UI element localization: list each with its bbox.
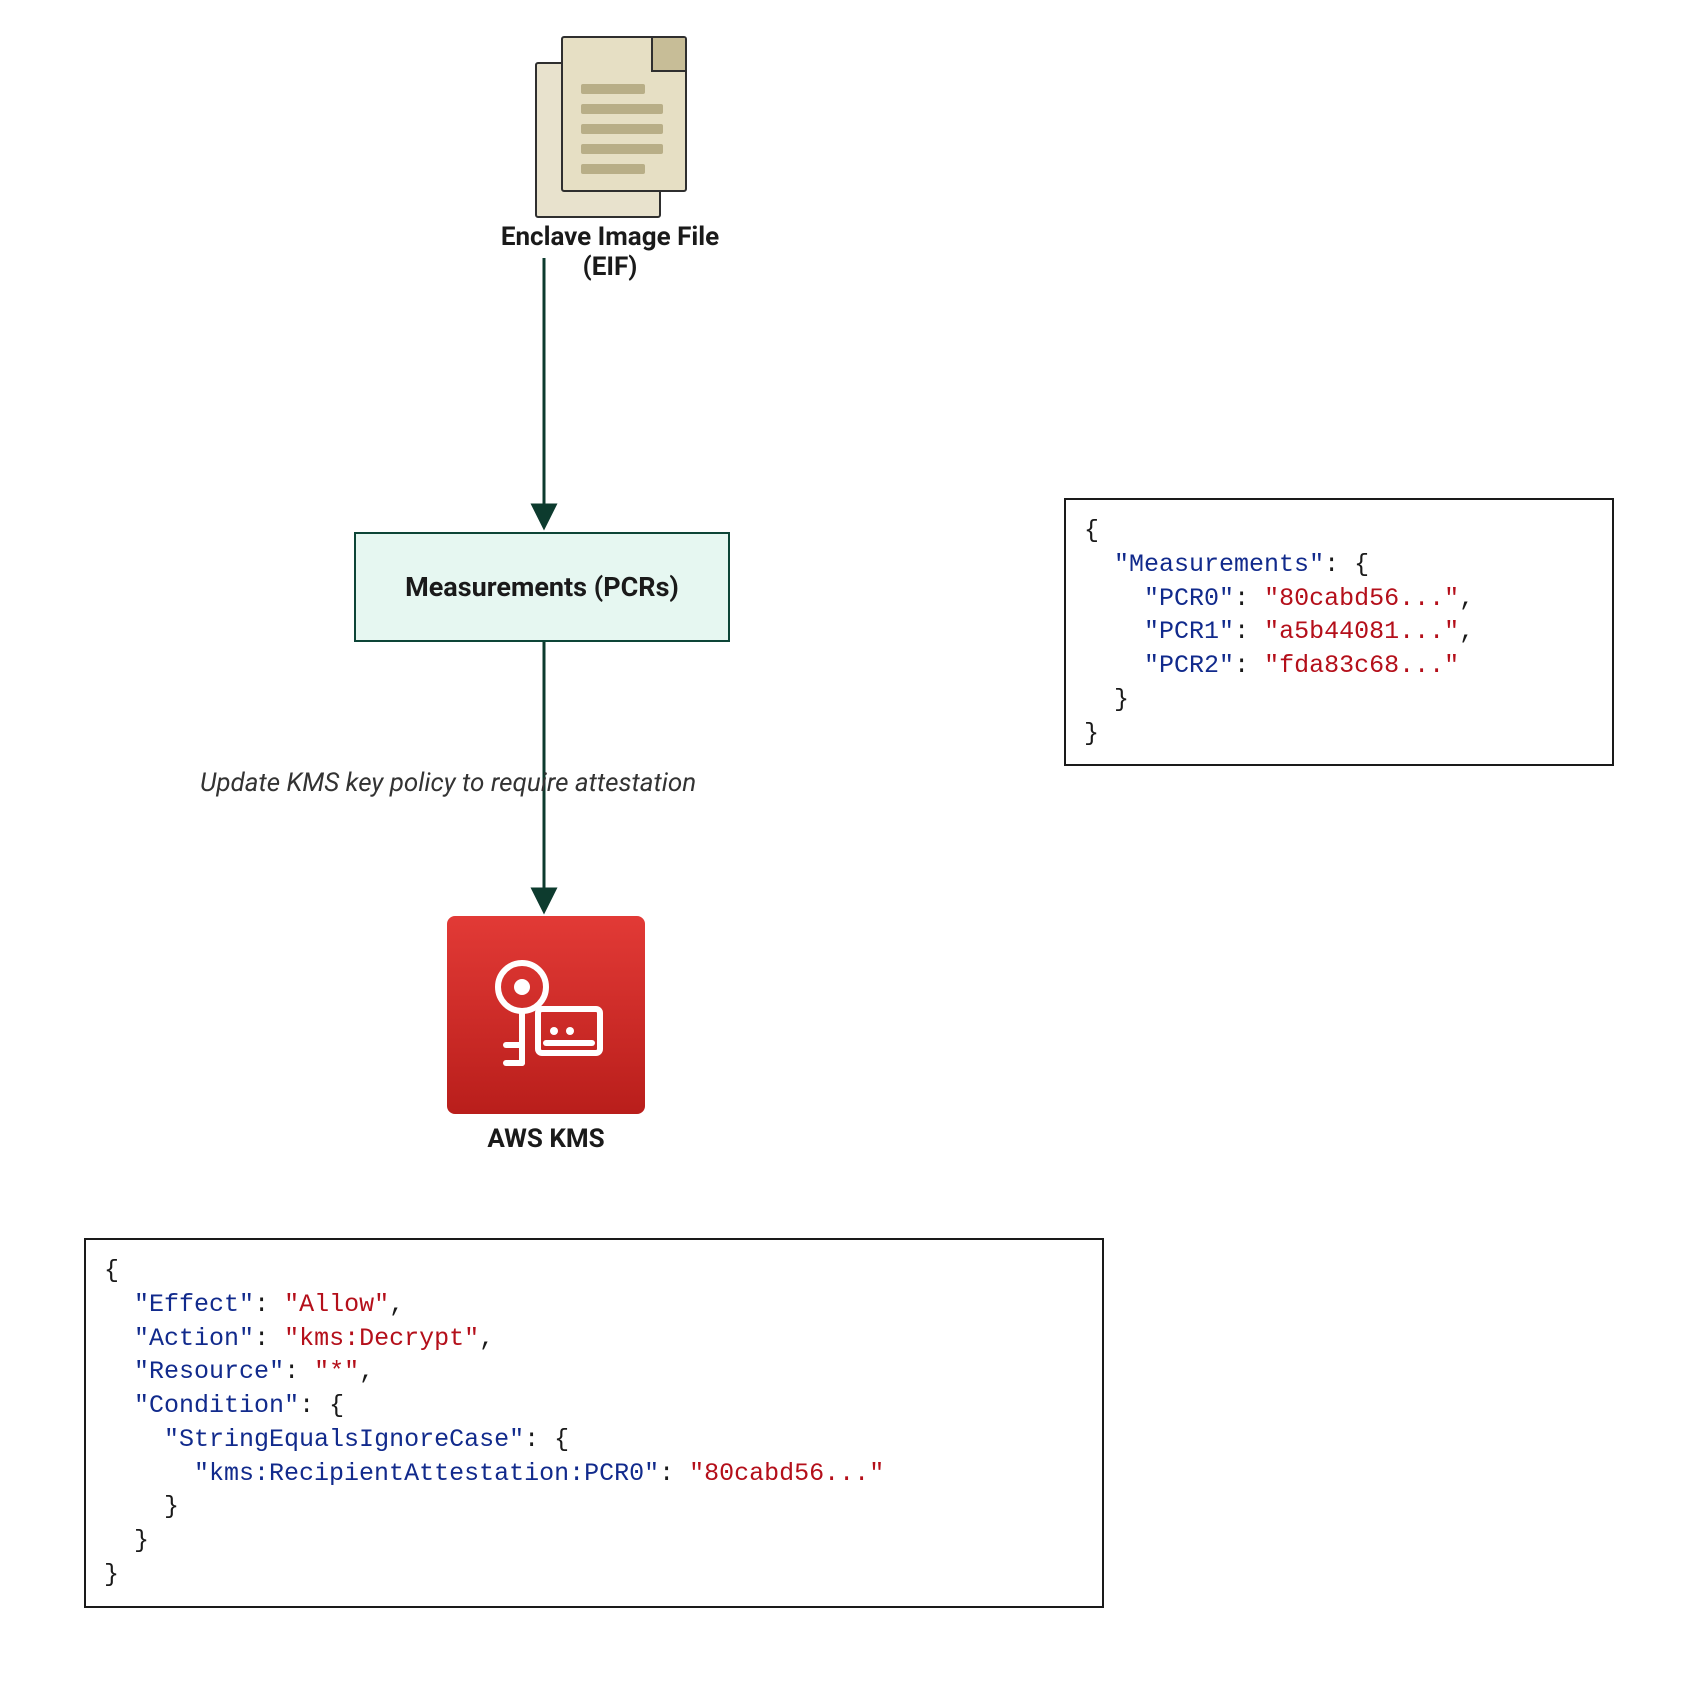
json-value: kms:Decrypt	[299, 1324, 464, 1353]
json-key: Action	[149, 1324, 239, 1353]
json-key: Resource	[149, 1357, 269, 1386]
kms-policy-json: { "Effect": "Allow", "Action": "kms:Decr…	[84, 1238, 1104, 1608]
json-key: PCR0	[1159, 584, 1219, 613]
kms-label: AWS KMS	[430, 1124, 662, 1154]
eif-label: Enclave Image File (EIF)	[490, 222, 730, 282]
json-key: StringEqualsIgnoreCase	[179, 1425, 509, 1454]
document-icon	[535, 36, 685, 214]
json-key: Condition	[149, 1391, 284, 1420]
kms-node: AWS KMS	[430, 916, 662, 1154]
json-key: PCR1	[1159, 617, 1219, 646]
json-value: fda83c68...	[1279, 651, 1444, 680]
eif-node: Enclave Image File (EIF)	[490, 36, 730, 282]
diagram-canvas: Enclave Image File (EIF) Measurements (P…	[0, 0, 1696, 1694]
json-key: PCR2	[1159, 651, 1219, 680]
json-value: 80cabd56...	[704, 1459, 869, 1488]
json-value: *	[329, 1357, 344, 1386]
kms-icon	[447, 916, 645, 1114]
measurements-label: Measurements (PCRs)	[405, 571, 679, 603]
json-key: Measurements	[1129, 550, 1309, 579]
json-value: a5b44081...	[1279, 617, 1444, 646]
json-value: Allow	[299, 1290, 374, 1319]
measurements-box: Measurements (PCRs)	[354, 532, 730, 642]
edge-label: Update KMS key policy to require attesta…	[200, 768, 696, 798]
measurements-json: { "Measurements": { "PCR0": "80cabd56...…	[1064, 498, 1614, 766]
json-value: 80cabd56...	[1279, 584, 1444, 613]
json-key: kms:RecipientAttestation:PCR0	[209, 1459, 644, 1488]
json-key: Effect	[149, 1290, 239, 1319]
